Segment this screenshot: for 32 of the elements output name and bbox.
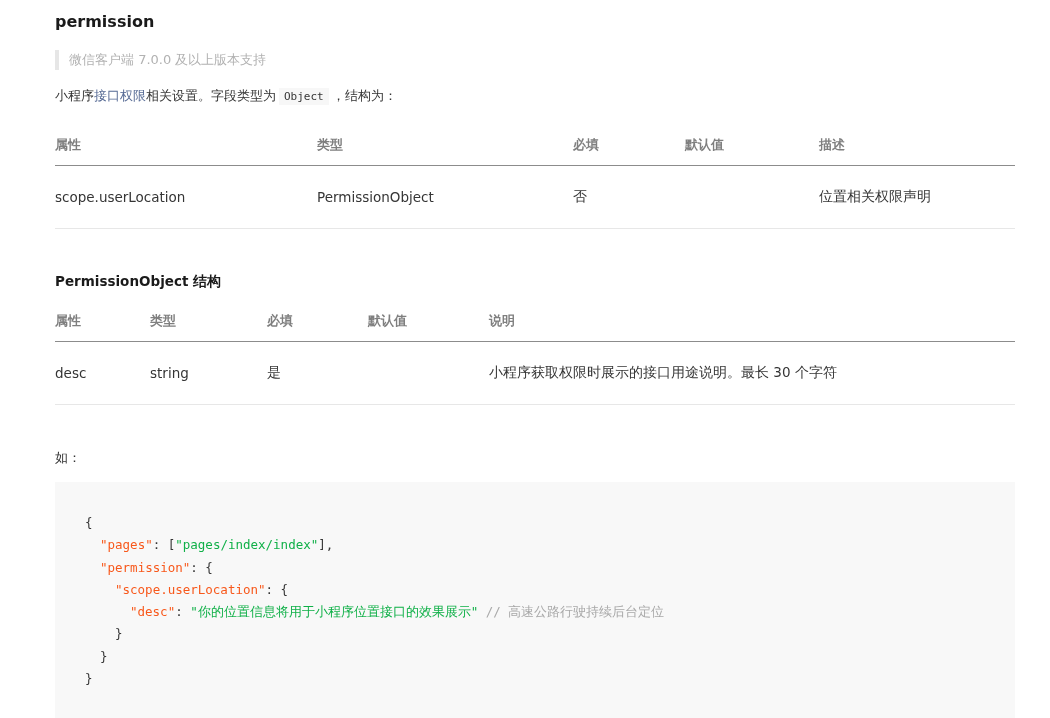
- table-cell-text: 小程序获取权限时展示的接口用途说明。最长 30 个字符: [489, 364, 838, 382]
- code-line: "pages": ["pages/index/index"],: [100, 536, 335, 555]
- column-header: 默认值: [368, 312, 408, 330]
- column-header: 类型: [150, 312, 177, 330]
- table-cell-text: desc: [55, 365, 88, 381]
- link[interactable]: 接口权限: [94, 88, 146, 103]
- table-cell-text: 位置相关权限声明: [819, 188, 932, 206]
- code-line: {: [85, 514, 94, 532]
- column-header: 必填: [267, 312, 294, 330]
- column-header: 默认值: [685, 136, 725, 154]
- subsection-title: PermissionObject 结构: [55, 273, 223, 291]
- column-header: 描述: [819, 136, 846, 154]
- column-header: 属性: [55, 136, 82, 154]
- table-cell-text: 是: [267, 364, 282, 382]
- section-title: permission: [55, 11, 156, 32]
- column-header: 属性: [55, 312, 82, 330]
- code-line: "desc": "你的位置信息将用于小程序位置接口的效果展示" // 高速公路行驶持续后台定位: [130, 603, 666, 622]
- code-line: }: [85, 670, 94, 689]
- code-line: }: [100, 647, 109, 666]
- column-header: 类型: [317, 136, 344, 154]
- table-cell-text: string: [150, 365, 190, 381]
- code-line: "scope.userLocation": {: [115, 580, 290, 599]
- example-label: 如：: [55, 449, 82, 467]
- table-cell-text: scope.userLocation: [55, 189, 187, 205]
- column-header: 说明: [489, 312, 516, 330]
- table-cell-text: 否: [573, 188, 588, 206]
- code-line: "permission": {: [100, 558, 214, 577]
- note-text: 微信客户端 7.0.0 及以上版本支持: [69, 51, 267, 69]
- column-header: 必填: [573, 136, 600, 154]
- code-line: }: [115, 625, 124, 644]
- intro-paragraph: 小程序接口权限相关设置。字段类型为 Object ，结构为：: [55, 87, 398, 107]
- table-cell-text: PermissionObject: [317, 189, 435, 205]
